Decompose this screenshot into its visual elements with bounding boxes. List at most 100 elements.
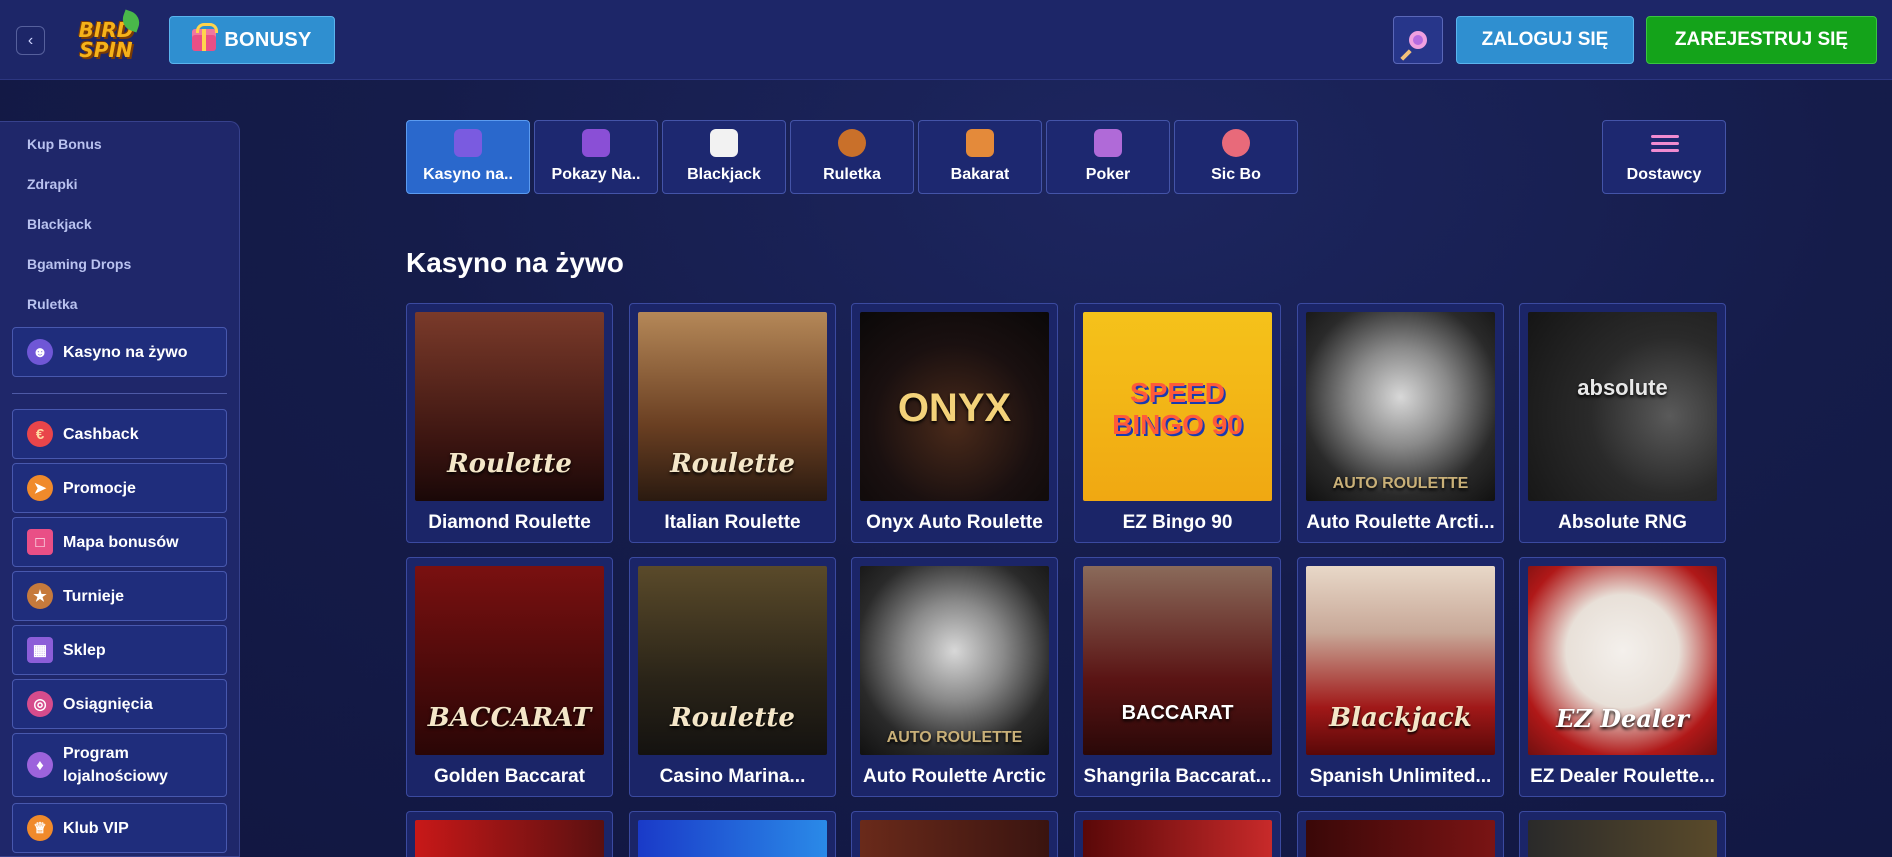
game-card[interactable] bbox=[1297, 811, 1504, 857]
sidebar-item-label: Mapa bonusów bbox=[63, 533, 179, 551]
sidebar-link-blackjack[interactable]: Blackjack bbox=[27, 216, 92, 232]
sidebar-item-program-lojalnosciowy[interactable]: ♦ Program lojalnościowy bbox=[12, 733, 227, 797]
game-card[interactable] bbox=[1074, 811, 1281, 857]
loyalty-icon: ♦ bbox=[27, 752, 53, 778]
sidebar-item-label: Cashback bbox=[63, 425, 139, 443]
logo-text-bottom: SPIN bbox=[79, 38, 133, 62]
search-button[interactable] bbox=[1393, 16, 1443, 64]
game-card[interactable]: Blackjack Spanish Unlimited... bbox=[1297, 557, 1504, 797]
sidebar-item-turnieje[interactable]: ★ Turnieje bbox=[12, 571, 227, 621]
tab-poker[interactable]: Poker bbox=[1046, 120, 1170, 194]
game-card[interactable]: AUTO ROULETTE Auto Roulette Arctic bbox=[851, 557, 1058, 797]
tab-label: Sic Bo bbox=[1211, 166, 1261, 183]
tab-label: Ruletka bbox=[823, 166, 881, 183]
gift-icon bbox=[192, 23, 219, 51]
game-title: Golden Baccarat bbox=[434, 766, 585, 787]
game-art-text: Blackjack bbox=[1329, 703, 1472, 733]
tab-sic-bo[interactable]: Sic Bo bbox=[1174, 120, 1298, 194]
game-title: Casino Marina... bbox=[659, 766, 806, 787]
tab-blackjack[interactable]: Blackjack bbox=[662, 120, 786, 194]
game-title: Shangrila Baccarat... bbox=[1083, 766, 1272, 787]
gift-icon: □ bbox=[27, 529, 53, 555]
shop-icon: ▦ bbox=[27, 637, 53, 663]
game-art-text: Roulette bbox=[447, 449, 572, 479]
game-title: Onyx Auto Roulette bbox=[866, 512, 1043, 533]
sidebar-item-live-casino[interactable]: ☻ Kasyno na żywo bbox=[12, 327, 227, 377]
sidebar-item-cashback[interactable]: € Cashback bbox=[12, 409, 227, 459]
tab-ruletka[interactable]: Ruletka bbox=[790, 120, 914, 194]
chevron-left-icon[interactable]: ‹ bbox=[16, 26, 45, 55]
game-thumbnail bbox=[1306, 820, 1495, 857]
target-icon: ◎ bbox=[27, 691, 53, 717]
game-card[interactable]: absolute Absolute RNG bbox=[1519, 303, 1726, 543]
sidebar-item-label: Kasyno na żywo bbox=[63, 343, 188, 361]
search-icon bbox=[1409, 31, 1427, 49]
login-button[interactable]: ZALOGUJ SIĘ bbox=[1456, 16, 1634, 64]
game-card[interactable]: ONYX Onyx Auto Roulette bbox=[851, 303, 1058, 543]
sidebar-link-bgaming-drops[interactable]: Bgaming Drops bbox=[27, 256, 131, 272]
tab-label: Poker bbox=[1085, 166, 1131, 183]
sidebar-divider bbox=[12, 393, 227, 394]
game-title: Spanish Unlimited... bbox=[1309, 766, 1492, 787]
sidebar-item-sklep[interactable]: ▦ Sklep bbox=[12, 625, 227, 675]
game-card[interactable] bbox=[629, 811, 836, 857]
register-button[interactable]: ZAREJESTRUJ SIĘ bbox=[1646, 16, 1877, 64]
game-card[interactable] bbox=[1519, 811, 1726, 857]
tab-kasyno-na-zywo[interactable]: Kasyno na.. bbox=[406, 120, 530, 194]
poker-icon bbox=[1094, 129, 1122, 157]
sidebar-link-ruletka[interactable]: Ruletka bbox=[27, 296, 78, 312]
game-card[interactable]: Roulette Italian Roulette bbox=[629, 303, 836, 543]
game-thumbnail: Roulette bbox=[415, 312, 604, 501]
sidebar-link-kup-bonus[interactable]: Kup Bonus bbox=[27, 136, 102, 152]
game-card[interactable]: EZ Dealer EZ Dealer Roulette... bbox=[1519, 557, 1726, 797]
game-thumbnail: absolute bbox=[1528, 312, 1717, 501]
game-art-text: BACCARAT bbox=[427, 703, 592, 733]
game-thumbnail: Roulette bbox=[638, 566, 827, 755]
sidebar-item-osiagniecia[interactable]: ◎ Osiągnięcia bbox=[12, 679, 227, 729]
game-art-text: Roulette bbox=[670, 449, 795, 479]
tab-label: Bakarat bbox=[950, 166, 1010, 183]
game-thumbnail: EZ Dealer bbox=[1528, 566, 1717, 755]
section-title: Kasyno na żywo bbox=[406, 247, 624, 278]
tab-label: Kasyno na.. bbox=[423, 166, 513, 183]
game-card[interactable] bbox=[406, 811, 613, 857]
providers-label: Dostawcy bbox=[1626, 166, 1702, 183]
game-card[interactable]: Roulette Diamond Roulette bbox=[406, 303, 613, 543]
tv-show-icon bbox=[582, 129, 610, 157]
cards-icon bbox=[710, 129, 738, 157]
game-card[interactable] bbox=[851, 811, 1058, 857]
sidebar-link-zdrapki[interactable]: Zdrapki bbox=[27, 176, 78, 192]
sidebar-item-mapa-bonusow[interactable]: □ Mapa bonusów bbox=[12, 517, 227, 567]
tab-pokazy-na-zywo[interactable]: Pokazy Na.. bbox=[534, 120, 658, 194]
tab-bakarat[interactable]: Bakarat bbox=[918, 120, 1042, 194]
game-art-text: BACCARAT bbox=[1121, 702, 1234, 724]
game-title: Auto Roulette Arcti... bbox=[1306, 512, 1495, 533]
sidebar-item-label: Program lojalnościowy bbox=[63, 745, 168, 785]
game-art-text: ONYX bbox=[897, 386, 1012, 430]
baccarat-icon bbox=[966, 129, 994, 157]
tab-label: Blackjack bbox=[687, 166, 761, 183]
top-header: ‹ BIRD SPIN BONUSY ZALOGUJ SIĘ ZAREJESTR… bbox=[0, 0, 1892, 80]
game-card[interactable]: SPEED BINGO 90 EZ Bingo 90 bbox=[1074, 303, 1281, 543]
brand-logo[interactable]: BIRD SPIN bbox=[68, 8, 144, 72]
sidebar-item-promocje[interactable]: ➤ Promocje bbox=[12, 463, 227, 513]
game-thumbnail: BACCARAT bbox=[415, 566, 604, 755]
game-thumbnail bbox=[860, 820, 1049, 857]
live-dealer-icon: ☻ bbox=[27, 339, 53, 365]
game-title: Italian Roulette bbox=[664, 512, 801, 533]
game-art-text: EZ Dealer bbox=[1556, 704, 1689, 733]
megaphone-icon: ➤ bbox=[27, 475, 53, 501]
game-card[interactable]: Roulette Casino Marina... bbox=[629, 557, 836, 797]
game-card[interactable]: BACCARAT Shangrila Baccarat... bbox=[1074, 557, 1281, 797]
bonus-button[interactable]: BONUSY bbox=[169, 16, 335, 64]
live-dealer-icon bbox=[454, 129, 482, 157]
sidebar-item-label: Osiągnięcia bbox=[63, 695, 153, 713]
game-title: EZ Bingo 90 bbox=[1122, 512, 1233, 533]
sidebar-item-label: Sklep bbox=[63, 641, 106, 659]
game-card[interactable]: AUTO ROULETTE Auto Roulette Arcti... bbox=[1297, 303, 1504, 543]
game-thumbnail: AUTO ROULETTE bbox=[1306, 312, 1495, 501]
euro-icon: € bbox=[27, 421, 53, 447]
providers-button[interactable]: Dostawcy bbox=[1602, 120, 1726, 194]
sidebar-item-klub-vip[interactable]: ♕ Klub VIP bbox=[12, 803, 227, 853]
game-card[interactable]: BACCARAT Golden Baccarat bbox=[406, 557, 613, 797]
